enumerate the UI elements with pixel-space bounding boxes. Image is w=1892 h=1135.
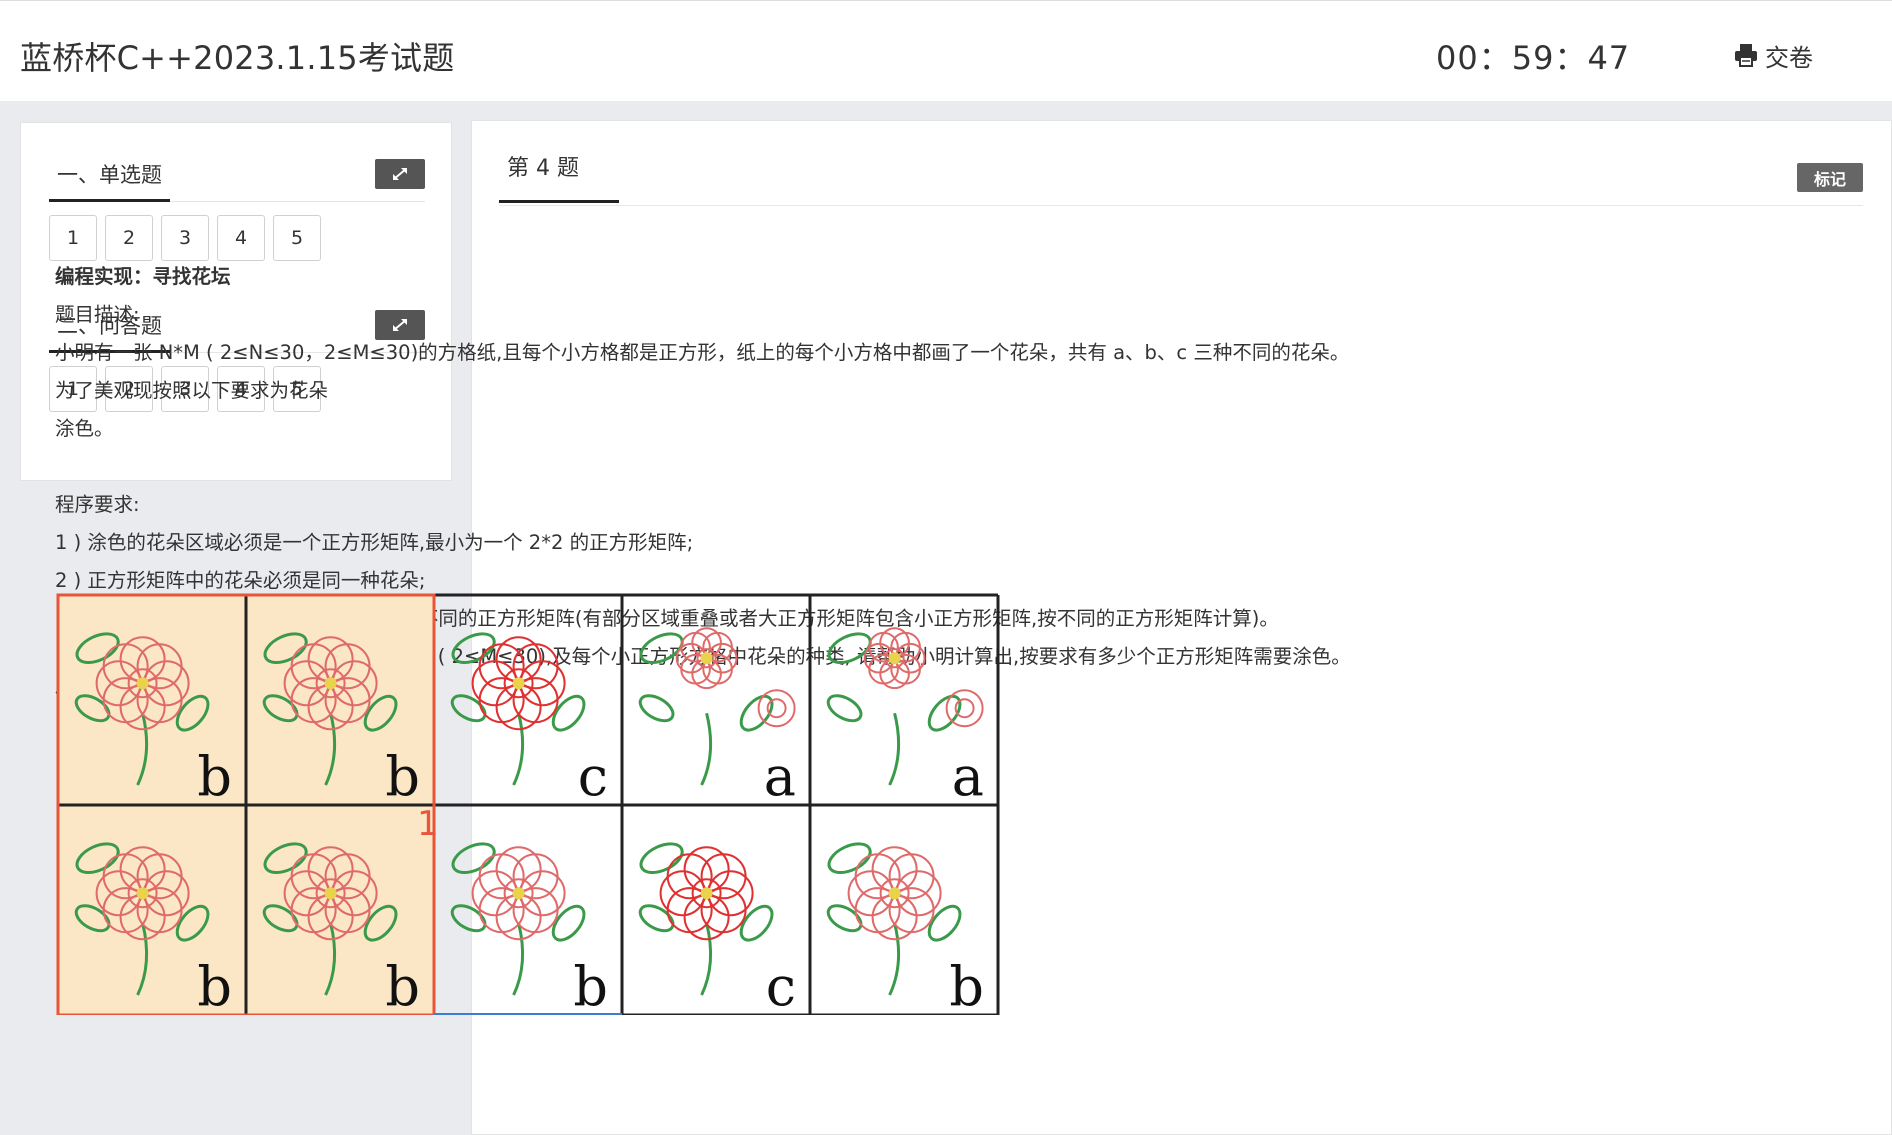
question-text-line: 1 ) 涂色的花朵区域必须是一个正方形矩阵,最小为一个 2*2 的正方形矩阵; xyxy=(55,531,694,554)
question-title: 编程实现：寻找花坛 xyxy=(55,265,231,288)
flower-type-label: b xyxy=(385,745,420,808)
question-text-line: 为了美观现按照以下要求为花朵 xyxy=(55,379,329,402)
tab-current-question[interactable]: 第 4 题 xyxy=(499,149,619,203)
question-text-line: 小明有一张 N*M ( 2≤N≤30，2≤M≤30)的方格纸,且每个小方格都是正… xyxy=(55,341,1350,364)
question-text-line: 题目描述: xyxy=(55,303,140,326)
question-number-button[interactable]: 5 xyxy=(273,215,321,261)
question-tab-bar: 第 4 题 标记 xyxy=(499,149,1863,206)
submit-label: 交卷 xyxy=(1765,43,1813,72)
section-single-choice: 一、单选题 1 2 3 4 5 xyxy=(49,155,425,261)
top-bar: 蓝桥杯C++2023.1.15考试题 00：59：47 交卷 xyxy=(0,0,1892,101)
question-text-line: 涂色。 xyxy=(55,417,114,440)
flower-type-label: a xyxy=(764,745,796,808)
flower-grid-figure: bbcaabbbcb1 xyxy=(56,593,1000,1015)
question-text-line: 程序要求: xyxy=(55,493,140,516)
flower-type-label: b xyxy=(573,955,608,1015)
grid-cell: c xyxy=(450,632,608,808)
question-number-button[interactable]: 1 xyxy=(49,215,97,261)
question-number-button[interactable]: 4 xyxy=(217,215,265,261)
flower-type-label: b xyxy=(949,955,984,1015)
marker-label: 1 xyxy=(417,804,439,844)
flower-type-label: c xyxy=(766,955,796,1015)
expand-button[interactable] xyxy=(375,159,425,189)
countdown-timer: 00：59：47 xyxy=(1436,39,1631,77)
flower-type-label: c xyxy=(578,745,608,808)
grid-cell: a xyxy=(826,627,984,808)
grid-cell: c xyxy=(638,842,796,1015)
grid-cell: b xyxy=(826,842,984,1015)
section-header: 一、单选题 xyxy=(49,155,425,202)
flower-type-label: b xyxy=(385,955,420,1015)
grid-cell: b xyxy=(450,842,608,1015)
section-title: 一、单选题 xyxy=(49,155,170,202)
question-number-button[interactable]: 3 xyxy=(161,215,209,261)
mark-button[interactable]: 标记 xyxy=(1797,163,1863,192)
flower-grid-image: b b c a ab b b c b1 xyxy=(56,593,1000,1015)
exam-title: 蓝桥杯C++2023.1.15考试题 xyxy=(20,39,455,77)
flower-type-label: b xyxy=(197,955,232,1015)
submit-exam-button[interactable]: 交卷 xyxy=(1733,37,1813,73)
question-number-list: 1 2 3 4 5 xyxy=(49,215,425,261)
flower-type-label: b xyxy=(197,745,232,808)
printer-icon xyxy=(1733,42,1759,68)
question-number-button[interactable]: 2 xyxy=(105,215,153,261)
expand-icon xyxy=(393,168,407,180)
flower-type-label: a xyxy=(952,745,984,808)
grid-cell: a xyxy=(638,627,796,808)
